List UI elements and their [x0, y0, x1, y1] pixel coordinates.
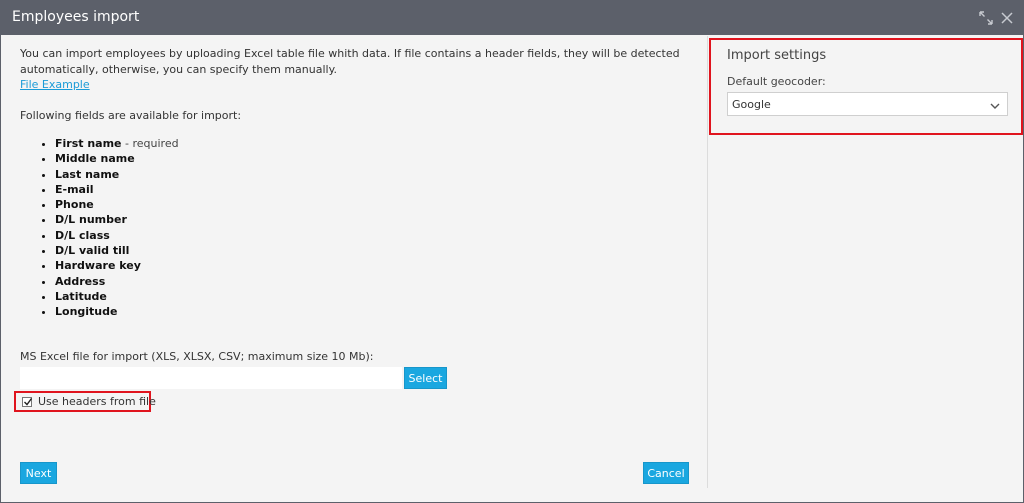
- list-item: First name - required: [55, 136, 179, 151]
- list-item: Last name: [55, 167, 179, 182]
- import-settings-panel: Import settings Default geocoder: Google: [708, 36, 1023, 488]
- use-headers-option[interactable]: Use headers from file: [14, 391, 156, 412]
- next-button[interactable]: Next: [20, 462, 57, 484]
- check-icon: [24, 398, 33, 406]
- list-item: E-mail: [55, 182, 179, 197]
- employees-import-dialog: Employees import You can import employee…: [0, 0, 1024, 503]
- list-item: Longitude: [55, 304, 179, 319]
- chevron-down-icon: [990, 100, 1000, 109]
- field-list: First name - required Middle name Last n…: [39, 136, 179, 320]
- list-item: Latitude: [55, 289, 179, 304]
- list-item: D/L class: [55, 228, 179, 243]
- list-item: Address: [55, 274, 179, 289]
- list-item: D/L valid till: [55, 243, 179, 258]
- list-item: Hardware key: [55, 258, 179, 273]
- fields-label: Following fields are available for impor…: [20, 109, 242, 122]
- close-icon[interactable]: [1000, 11, 1014, 25]
- intro-text: You can import employees by uploading Ex…: [20, 47, 680, 76]
- import-main-panel: You can import employees by uploading Ex…: [1, 36, 708, 488]
- dialog-titlebar: Employees import: [1, 1, 1023, 35]
- expand-icon[interactable]: [979, 11, 993, 25]
- dialog-title: Employees import: [12, 9, 140, 25]
- import-settings-section: Import settings Default geocoder: Google: [709, 38, 1023, 135]
- use-headers-label: Use headers from file: [38, 395, 156, 408]
- list-item: Middle name: [55, 151, 179, 166]
- select-file-button[interactable]: Select: [404, 367, 447, 389]
- list-item: Phone: [55, 197, 179, 212]
- file-path-input[interactable]: [20, 367, 402, 389]
- list-item: D/L number: [55, 212, 179, 227]
- settings-title: Import settings: [727, 48, 827, 63]
- use-headers-checkbox[interactable]: [22, 397, 33, 407]
- geocoder-select[interactable]: Google: [727, 92, 1008, 116]
- upload-label: MS Excel file for import (XLS, XLSX, CSV…: [20, 350, 374, 363]
- cancel-button[interactable]: Cancel: [643, 462, 689, 484]
- file-example-link[interactable]: File Example: [20, 78, 90, 91]
- geocoder-selected-value: Google: [732, 98, 771, 111]
- geocoder-label: Default geocoder:: [727, 75, 826, 88]
